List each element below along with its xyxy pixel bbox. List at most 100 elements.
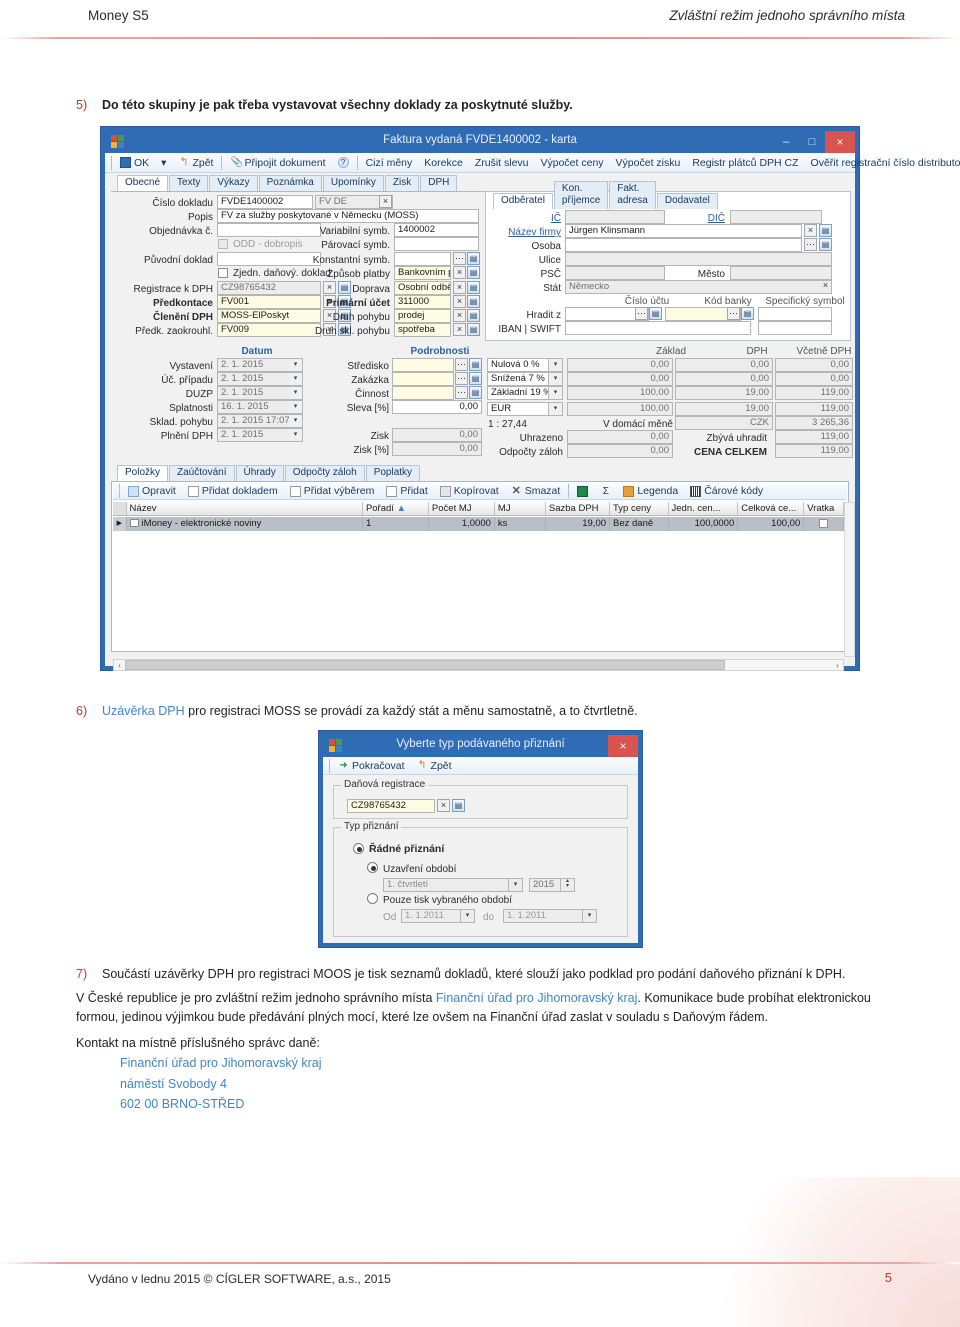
- invoice-window[interactable]: Faktura vydaná FVDE1400002 - karta – □ ×…: [100, 126, 960, 671]
- invoice-tab-strip[interactable]: Obecné Texty Výkazy Poznámka Upomínky Zi…: [111, 175, 458, 191]
- pokracovat-button[interactable]: ➜ Pokračovat: [332, 757, 411, 775]
- items-grid-hscrollbar[interactable]: ‹ ›: [113, 659, 844, 671]
- select-sazba-0[interactable]: Nulová 0 %: [487, 358, 549, 372]
- help-button[interactable]: ?: [332, 154, 355, 172]
- checkbox-zjedn-danovy-doklad[interactable]: [218, 268, 228, 278]
- vratka-checkbox[interactable]: [819, 518, 829, 528]
- input-druh-pohybu[interactable]: prodej: [394, 309, 451, 323]
- ellipsis-konstantni-icon[interactable]: ⋯: [453, 252, 466, 265]
- ok-dropdown-button[interactable]: ▾: [155, 154, 172, 172]
- export-excel-button[interactable]: [571, 482, 594, 500]
- input-swift[interactable]: [758, 321, 832, 335]
- clear-druh-skl-pohybu-icon[interactable]: ×: [453, 323, 466, 336]
- calendar-duzp-icon[interactable]: ▾: [289, 386, 303, 400]
- clear-stat-icon[interactable]: ×: [819, 280, 832, 293]
- ellipsis-osoba-icon[interactable]: ⋯: [804, 238, 817, 251]
- invoice-titlebar[interactable]: Faktura vydaná FVDE1400002 - karta – □ ×: [105, 131, 855, 153]
- items-grid-header[interactable]: Název Pořadí ▲ Počet MJ MJ Sazba DPH Typ…: [113, 502, 844, 516]
- toolbar-item-registr-platcu[interactable]: Registr plátců DPH CZ: [686, 154, 804, 172]
- toolbar-item-cizi-meny[interactable]: Cizí měny: [360, 154, 419, 172]
- tab-uhrady[interactable]: Úhrady: [235, 465, 284, 481]
- hscroll-thumb[interactable]: [125, 660, 725, 670]
- input-cinnost[interactable]: [392, 386, 454, 400]
- tab-zisk[interactable]: Zisk: [384, 175, 420, 191]
- input-mesto[interactable]: [730, 266, 832, 280]
- lookup-zpusob-platby-icon[interactable]: ▤: [467, 266, 480, 279]
- lookup-kod-banky-icon[interactable]: ▤: [741, 307, 754, 320]
- priznani-toolbar[interactable]: ➜ Pokračovat ↰ Zpět: [323, 757, 638, 775]
- lookup-primarni-ucet-icon[interactable]: ▤: [467, 295, 480, 308]
- label-ic[interactable]: IČ: [495, 212, 561, 225]
- clear-primarni-ucet-icon[interactable]: ×: [453, 295, 466, 308]
- cell-pocet-mj[interactable]: 1,0000: [429, 517, 495, 531]
- input-specificky-symbol[interactable]: [758, 307, 832, 321]
- pridat-vyberem-button[interactable]: Přidat výběrem: [284, 482, 381, 500]
- partner-tab-strip[interactable]: Odběratel Kon. příjemce Fakt. adresa Dod…: [487, 181, 718, 209]
- close-icon[interactable]: ×: [825, 131, 855, 153]
- cell-nazev[interactable]: iMoney - elektronické noviny: [127, 517, 363, 531]
- tab-polozky[interactable]: Položky: [117, 465, 169, 481]
- select-sazba-2[interactable]: Základní 19 %: [487, 386, 549, 400]
- carove-kody-button[interactable]: Čárové kódy: [684, 482, 769, 500]
- tab-kon-prijemce[interactable]: Kon. příjemce: [553, 181, 609, 209]
- paragraph-republika-link[interactable]: Finanční úřad pro Jihomoravský kraj: [436, 991, 637, 1005]
- col-vratka[interactable]: Vratka: [804, 502, 844, 515]
- maximize-icon[interactable]: □: [799, 131, 825, 153]
- clear-zpusob-platby-icon[interactable]: ×: [453, 266, 466, 279]
- select-sazba-1[interactable]: Snížená 7 %: [487, 372, 549, 386]
- bottom-tab-strip[interactable]: Položky Zaúčtování Úhrady Odpočty záloh …: [111, 465, 441, 481]
- ellipsis-kod-banky-icon[interactable]: ⋯: [727, 307, 740, 320]
- toolbar-item-vypocet-ceny[interactable]: Výpočet ceny: [535, 154, 610, 172]
- col-pocet-mj[interactable]: Počet MJ: [429, 502, 495, 515]
- input-nazev-firmy[interactable]: Jürgen Klinsmann: [565, 224, 802, 238]
- label-nazev-firmy[interactable]: Název firmy: [491, 226, 561, 239]
- lookup-osoba-icon[interactable]: ▤: [819, 238, 832, 251]
- scroll-left-icon[interactable]: ‹: [114, 661, 125, 670]
- invoice-toolbar[interactable]: OK ▾ ↰ Zpět 📎 Připojit dokument ? Cizí m…: [105, 153, 960, 173]
- input-dic[interactable]: [730, 210, 822, 224]
- attach-document-button[interactable]: 📎 Připojit dokument: [224, 154, 331, 172]
- input-ulice[interactable]: [565, 252, 832, 266]
- minimize-icon[interactable]: –: [773, 131, 799, 153]
- lookup-cislo-uctu-icon[interactable]: ▤: [649, 307, 662, 320]
- input-danova-registrace[interactable]: CZ98765432: [347, 799, 435, 813]
- calendar-sklad-pohybu-icon[interactable]: ▾: [289, 414, 303, 428]
- dropdown-quarter-icon[interactable]: ▾: [509, 878, 523, 892]
- input-do[interactable]: 1. 1.2011: [503, 909, 583, 923]
- toolbar-item-zrusit-slevu[interactable]: Zrušit slevu: [469, 154, 535, 172]
- calendar-splatnosti-icon[interactable]: ▾: [289, 400, 303, 414]
- items-toolbar[interactable]: Opravit Přidat dokladem Přidat výběrem P…: [113, 483, 847, 500]
- lookup-druh-skl-pohybu-icon[interactable]: ▤: [467, 323, 480, 336]
- input-zpusob-platby[interactable]: Bankovním převodem: [394, 266, 451, 280]
- lookup-konstantni-icon[interactable]: ▤: [467, 252, 480, 265]
- input-doprava[interactable]: Osobní odběr: [394, 281, 451, 295]
- col-sazba-dph[interactable]: Sazba DPH: [546, 502, 611, 515]
- clear-rada-icon[interactable]: ×: [379, 195, 392, 208]
- toolbar-item-overit-registraci[interactable]: Ověřit registrační číslo distributora li…: [805, 154, 960, 172]
- priznani-window-buttons[interactable]: ×: [608, 735, 638, 757]
- col-nazev[interactable]: Název: [127, 502, 363, 515]
- cell-poradi[interactable]: 1: [363, 517, 429, 531]
- tab-dodavatel[interactable]: Dodavatel: [656, 193, 718, 209]
- dropdown-sazba-1-icon[interactable]: ▾: [549, 372, 563, 386]
- select-quarter[interactable]: 1. čtvrtletí: [383, 878, 509, 892]
- tab-odpocty-zaloh[interactable]: Odpočty záloh: [284, 465, 365, 481]
- cell-jedn-cena[interactable]: 100,0000: [669, 517, 739, 531]
- tab-dph[interactable]: DPH: [420, 175, 458, 191]
- tab-odberatel[interactable]: Odběratel: [493, 193, 553, 209]
- kopirovat-button[interactable]: Kopírovat: [434, 482, 505, 500]
- input-od[interactable]: 1. 1.2011: [401, 909, 461, 923]
- col-celkova-cena[interactable]: Celková ce...: [738, 502, 805, 515]
- tab-vykazy[interactable]: Výkazy: [209, 175, 258, 191]
- ellipsis-cislo-uctu-icon[interactable]: ⋯: [635, 307, 648, 320]
- input-zakazka[interactable]: [392, 372, 454, 386]
- input-osoba[interactable]: [565, 238, 802, 252]
- lookup-nazev-firmy-icon[interactable]: ▤: [819, 224, 832, 237]
- priznani-titlebar[interactable]: Vyberte typ podávaného přiznání ×: [323, 735, 638, 757]
- scroll-right-icon[interactable]: ›: [832, 661, 843, 670]
- opravit-button[interactable]: Opravit: [122, 482, 182, 500]
- tab-texty[interactable]: Texty: [169, 175, 209, 191]
- checkbox-odd-dobropis[interactable]: [218, 239, 228, 249]
- cell-celkova-cena[interactable]: 100,00: [738, 517, 805, 531]
- radio-radne-priznani[interactable]: [353, 843, 364, 854]
